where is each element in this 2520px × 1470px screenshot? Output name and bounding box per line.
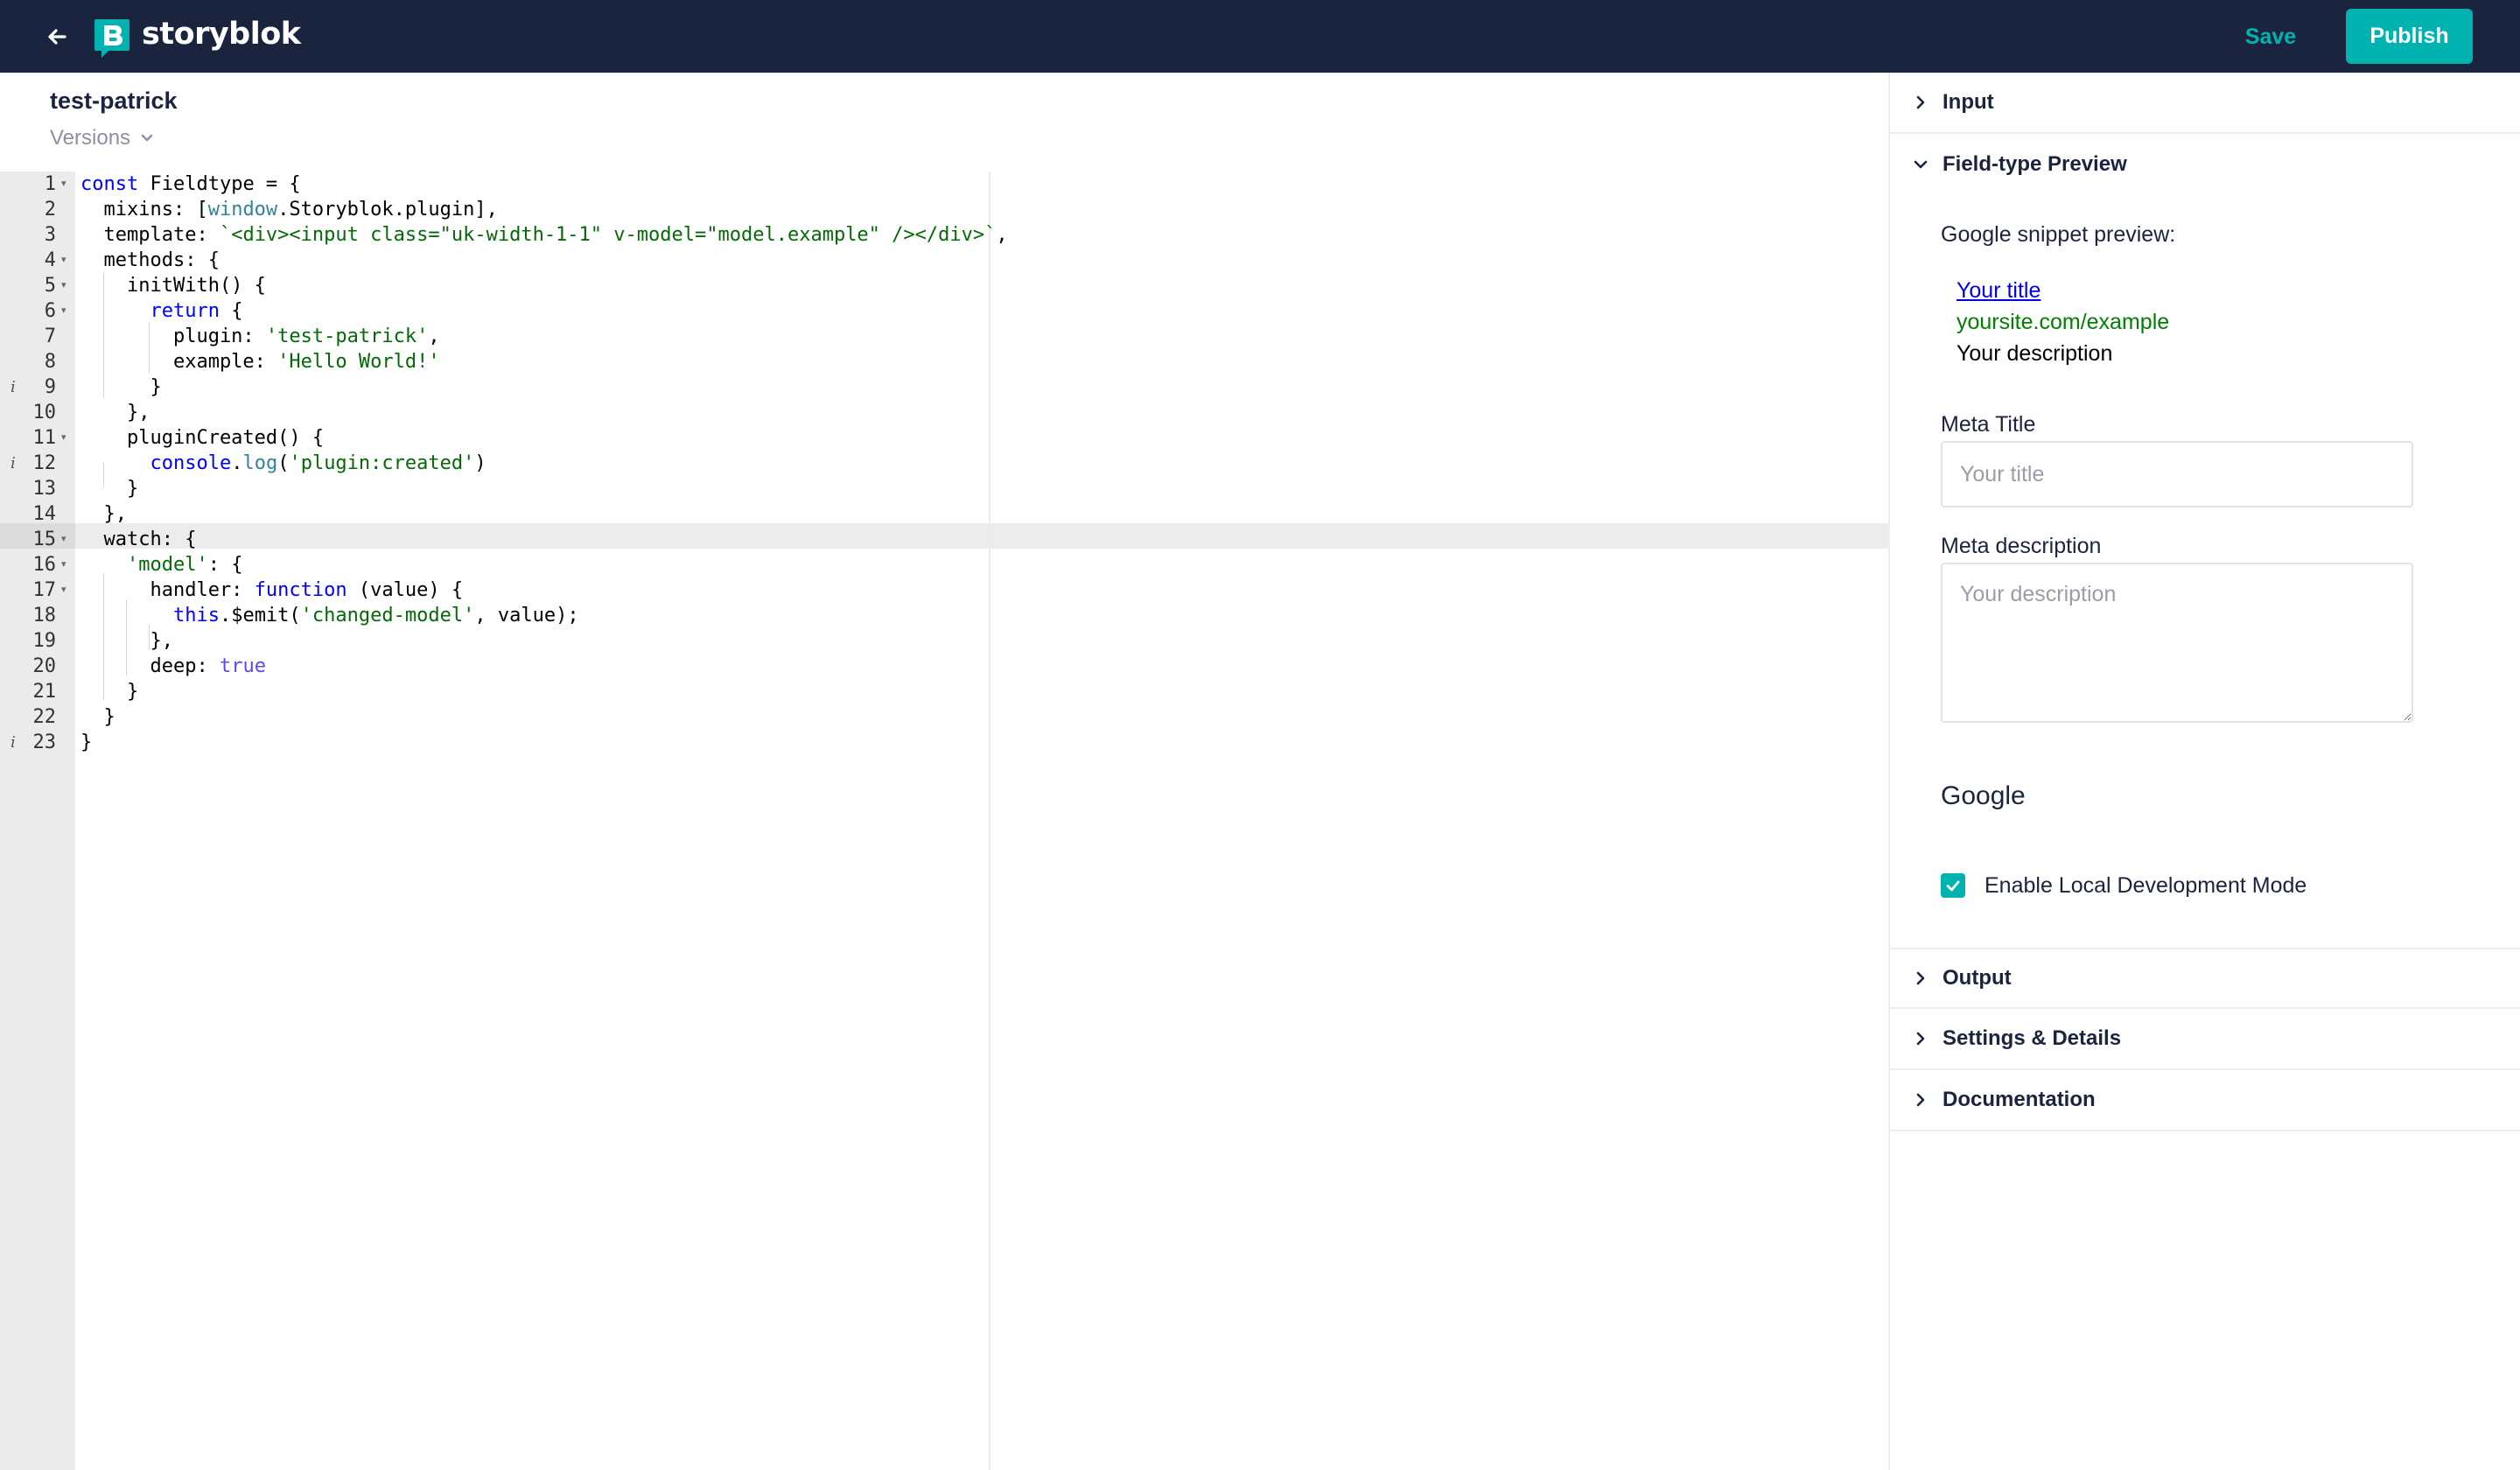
- line-number: 19: [32, 630, 57, 652]
- line-number: 6: [44, 300, 56, 322]
- line-number: 15: [32, 528, 57, 550]
- line-number: 5: [44, 275, 56, 297]
- code-line: },: [80, 402, 150, 424]
- section-documentation-label: Documentation: [1942, 1088, 2096, 1111]
- code-line: console.log('plugin:created'): [150, 452, 486, 474]
- code-line: this.$emit('changed-model', value);: [172, 605, 579, 626]
- fold-toggle-icon[interactable]: ▾: [61, 578, 72, 603]
- fold-toggle-icon[interactable]: ▾: [61, 248, 72, 273]
- line-number: 12: [32, 452, 57, 474]
- line-number: 20: [32, 655, 57, 677]
- snippet-url: yoursite.com/example: [1956, 310, 2170, 334]
- code-line: pluginCreated() {: [80, 427, 325, 449]
- code-line: deep: true: [80, 655, 266, 677]
- chevron-right-icon: [1916, 95, 1925, 109]
- line-number: 18: [32, 605, 57, 626]
- section-settings-label: Settings & Details: [1942, 1026, 2122, 1050]
- code-line: methods: {: [80, 249, 220, 271]
- active-line-highlight: [75, 523, 1888, 549]
- back-arrow-icon[interactable]: [44, 24, 70, 50]
- code-line: }: [80, 478, 139, 500]
- line-number: 7: [44, 326, 56, 347]
- versions-label: Versions: [50, 126, 131, 150]
- chevron-right-icon: [1916, 1032, 1925, 1046]
- line-number: 1: [44, 173, 56, 195]
- chevron-down-icon: [1914, 160, 1928, 169]
- meta-title-input[interactable]: [1941, 441, 2413, 508]
- section-preview-label: Field-type Preview: [1942, 152, 2127, 176]
- code-line: }: [80, 706, 116, 728]
- code-line: },: [80, 503, 127, 525]
- print-margin: [989, 172, 990, 1470]
- fold-toggle-icon[interactable]: ▾: [61, 298, 72, 324]
- code-line: const Fieldtype = {: [80, 173, 301, 195]
- checkmark-icon: [1946, 880, 1960, 892]
- meta-description-textarea[interactable]: [1941, 563, 2413, 723]
- snippet-title-link[interactable]: Your title: [1956, 278, 2040, 304]
- fold-toggle-icon[interactable]: ▾: [61, 425, 72, 451]
- local-dev-mode-label[interactable]: Enable Local Development Mode: [1984, 873, 2306, 898]
- line-number: 13: [32, 478, 57, 500]
- local-dev-mode-checkbox[interactable]: [1941, 873, 1965, 898]
- fold-toggle-icon[interactable]: ▾: [61, 552, 72, 578]
- chevron-down-icon: [141, 134, 153, 142]
- code-line: initWith() {: [80, 275, 266, 297]
- code-line: handler: function (value) {: [80, 579, 464, 601]
- line-number: 17: [32, 579, 57, 601]
- chevron-right-icon: [1916, 971, 1925, 985]
- section-settings-header[interactable]: Settings & Details: [1890, 1009, 2520, 1070]
- line-number: 4: [44, 249, 56, 271]
- google-heading: Google: [1941, 781, 2026, 810]
- fold-toggle-icon[interactable]: ▾: [61, 273, 72, 298]
- code-line: 'model': {: [126, 554, 243, 576]
- google-snippet-label: Google snippet preview:: [1941, 222, 2176, 247]
- meta-title-label: Meta Title: [1941, 412, 2036, 437]
- save-button[interactable]: Save: [2222, 16, 2319, 58]
- code-line: }: [80, 732, 93, 753]
- section-output-label: Output: [1942, 966, 2012, 990]
- line-number: 3: [44, 224, 56, 246]
- line-number: 22: [32, 706, 57, 728]
- line-number: 21: [32, 681, 57, 703]
- line-number: 10: [32, 402, 57, 424]
- info-annotation-icon[interactable]: i: [10, 730, 23, 755]
- code-line: mixins: [window.Storyblok.plugin],: [80, 199, 498, 220]
- code-line: }: [80, 376, 162, 398]
- info-annotation-icon[interactable]: i: [10, 451, 23, 476]
- line-number: 11: [32, 427, 57, 449]
- section-input-header[interactable]: Input: [1890, 73, 2520, 134]
- section-output-header[interactable]: Output: [1890, 948, 2520, 1009]
- fold-toggle-icon[interactable]: ▾: [61, 172, 72, 197]
- line-number: 2: [44, 199, 56, 220]
- publish-button[interactable]: Publish: [2346, 9, 2473, 64]
- versions-dropdown[interactable]: Versions: [50, 126, 155, 150]
- code-line: example: 'Hello World!': [80, 351, 440, 373]
- line-number: 14: [32, 503, 57, 525]
- code-line: watch: {: [80, 528, 197, 550]
- meta-description-label: Meta description: [1941, 534, 2102, 558]
- code-line: return {: [150, 300, 243, 322]
- section-input-label: Input: [1942, 90, 1994, 114]
- code-line: template: `<div><input class="uk-width-1…: [80, 224, 1008, 246]
- page-title: test-patrick: [50, 88, 178, 114]
- code-line: }: [80, 681, 139, 703]
- section-documentation-header[interactable]: Documentation: [1890, 1070, 2520, 1131]
- code-line: plugin: 'test-patrick',: [80, 326, 440, 347]
- chevron-right-icon: [1916, 1093, 1925, 1107]
- line-number: 9: [44, 376, 56, 398]
- line-number: 8: [44, 351, 56, 373]
- line-number: 23: [32, 732, 57, 753]
- code-line: },: [80, 630, 173, 652]
- section-preview-header[interactable]: Field-type Preview: [1890, 134, 2520, 195]
- top-bar: storyblok Save Publish: [0, 0, 2520, 73]
- storyblok-logo-icon: [94, 19, 130, 58]
- info-annotation-icon[interactable]: i: [10, 374, 23, 400]
- line-number: 16: [32, 554, 57, 576]
- fold-toggle-icon[interactable]: ▾: [61, 527, 72, 552]
- logo-wordmark: storyblok: [142, 17, 301, 52]
- snippet-description: Your description: [1956, 341, 2113, 366]
